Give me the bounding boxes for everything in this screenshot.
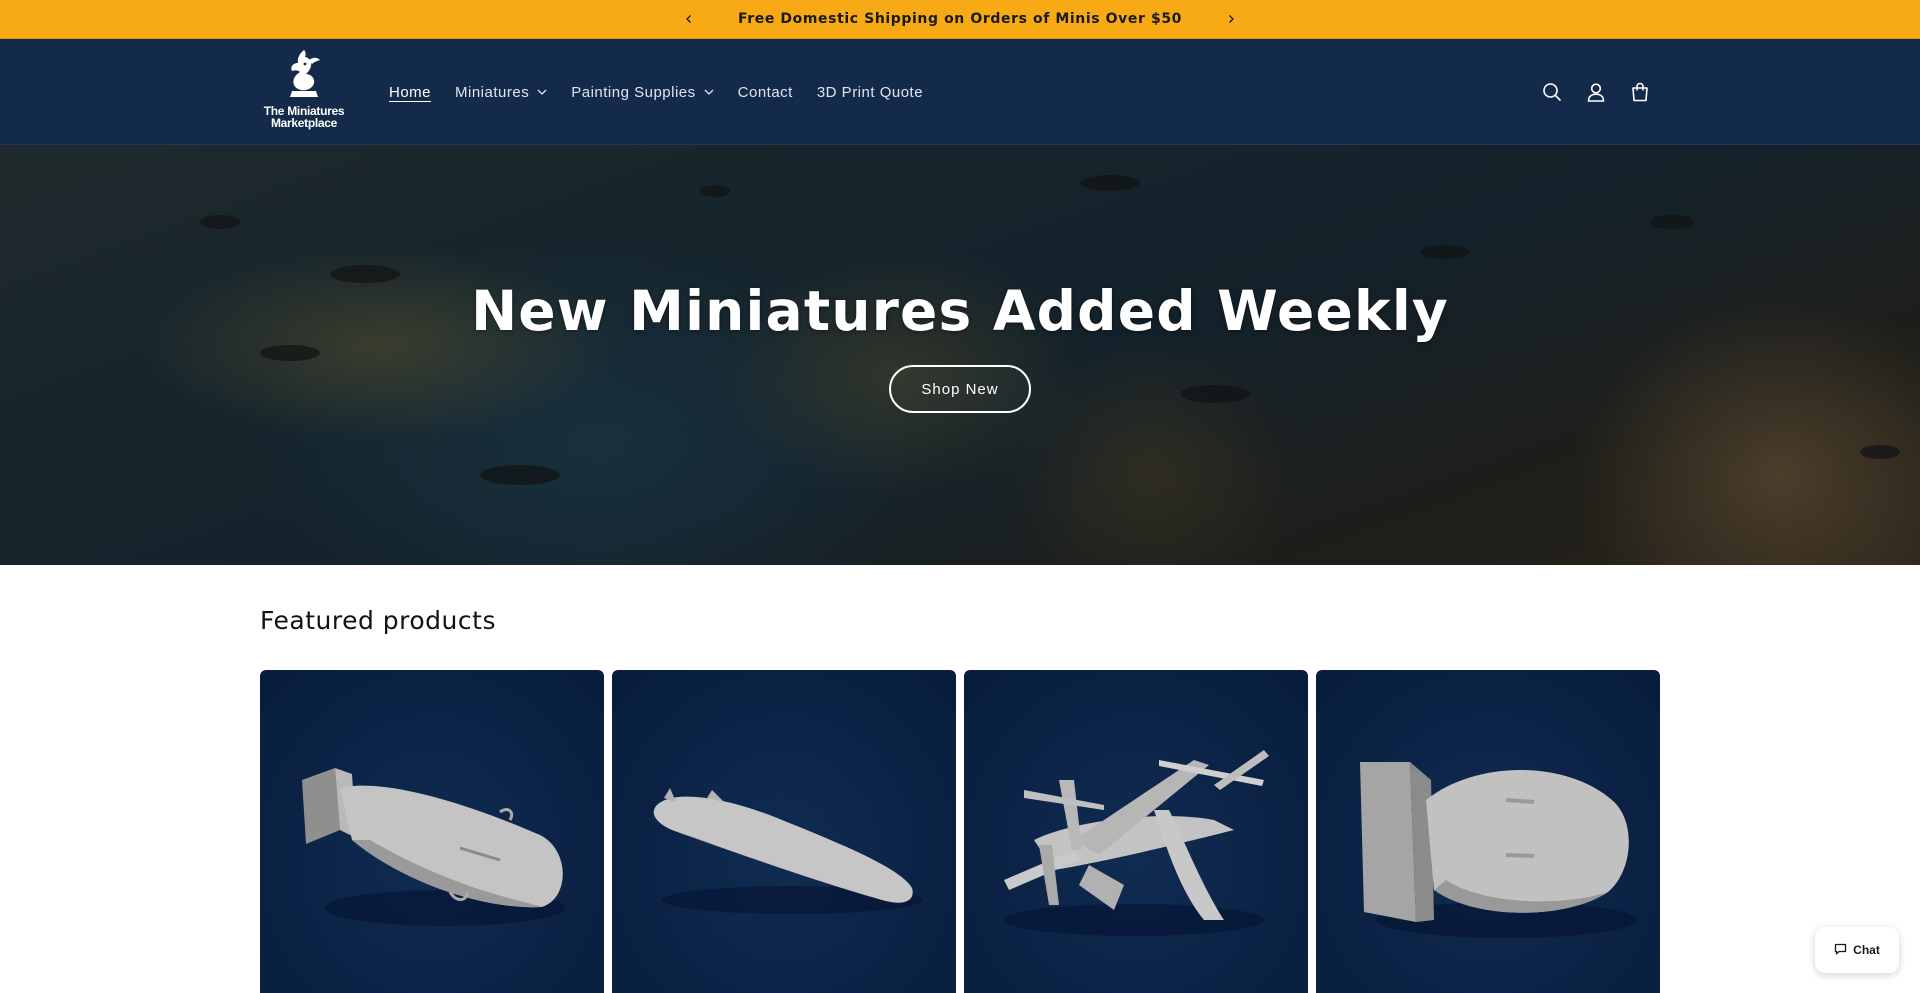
chevron-right-icon[interactable] [1216, 4, 1246, 34]
chevron-down-icon [704, 89, 714, 95]
dragon-knight-logo-icon [290, 50, 320, 97]
site-header: The Miniatures Marketplace Home Miniatur… [0, 39, 1920, 145]
logo-text-line2: Marketplace [270, 116, 338, 130]
product-grid [260, 670, 1660, 993]
nav-label: Painting Supplies [571, 83, 696, 101]
chevron-left-icon[interactable] [674, 4, 704, 34]
account-icon[interactable] [1574, 70, 1618, 114]
product-card[interactable] [260, 670, 604, 993]
announcement-text[interactable]: Free Domestic Shipping on Orders of Mini… [704, 11, 1216, 27]
cart-icon[interactable] [1618, 70, 1662, 114]
nav-item-painting-supplies[interactable]: Painting Supplies [559, 72, 725, 112]
nav-label: 3D Print Quote [816, 83, 924, 101]
chevron-down-icon [537, 89, 547, 95]
main-nav: Home Miniatures Painting Supplies Contac… [377, 39, 935, 145]
nav-item-3d-print-quote[interactable]: 3D Print Quote [805, 72, 935, 112]
hero-content: New Miniatures Added Weekly Shop New [0, 145, 1920, 565]
featured-products-title: Featured products [260, 606, 496, 635]
product-card[interactable] [964, 670, 1308, 993]
chat-bubble-icon [1834, 943, 1847, 958]
product-card[interactable] [1316, 670, 1660, 993]
nav-item-contact[interactable]: Contact [726, 72, 805, 112]
product-card[interactable] [612, 670, 956, 993]
hero-banner: New Miniatures Added Weekly Shop New [0, 145, 1920, 565]
search-icon[interactable] [1530, 70, 1574, 114]
nav-label: Contact [737, 83, 793, 101]
tiltrotor-aircraft-model-image [1004, 750, 1269, 936]
bomb-model-image [302, 768, 565, 926]
submarine-model-image [653, 788, 922, 914]
nav-label: Miniatures [455, 83, 530, 101]
nav-item-miniatures[interactable]: Miniatures [443, 72, 559, 112]
nav-label: Home [389, 83, 432, 101]
fat-bomb-model-image [1360, 762, 1636, 938]
announcement-bar: Free Domestic Shipping on Orders of Mini… [0, 0, 1920, 39]
hero-title: New Miniatures Added Weekly [471, 279, 1449, 343]
chat-button[interactable]: Chat [1815, 927, 1899, 973]
nav-item-home[interactable]: Home [377, 72, 443, 112]
shop-new-button[interactable]: Shop New [889, 365, 1031, 413]
header-icons [1530, 39, 1662, 145]
site-logo[interactable]: The Miniatures Marketplace [261, 47, 347, 137]
chat-label: Chat [1853, 943, 1880, 957]
